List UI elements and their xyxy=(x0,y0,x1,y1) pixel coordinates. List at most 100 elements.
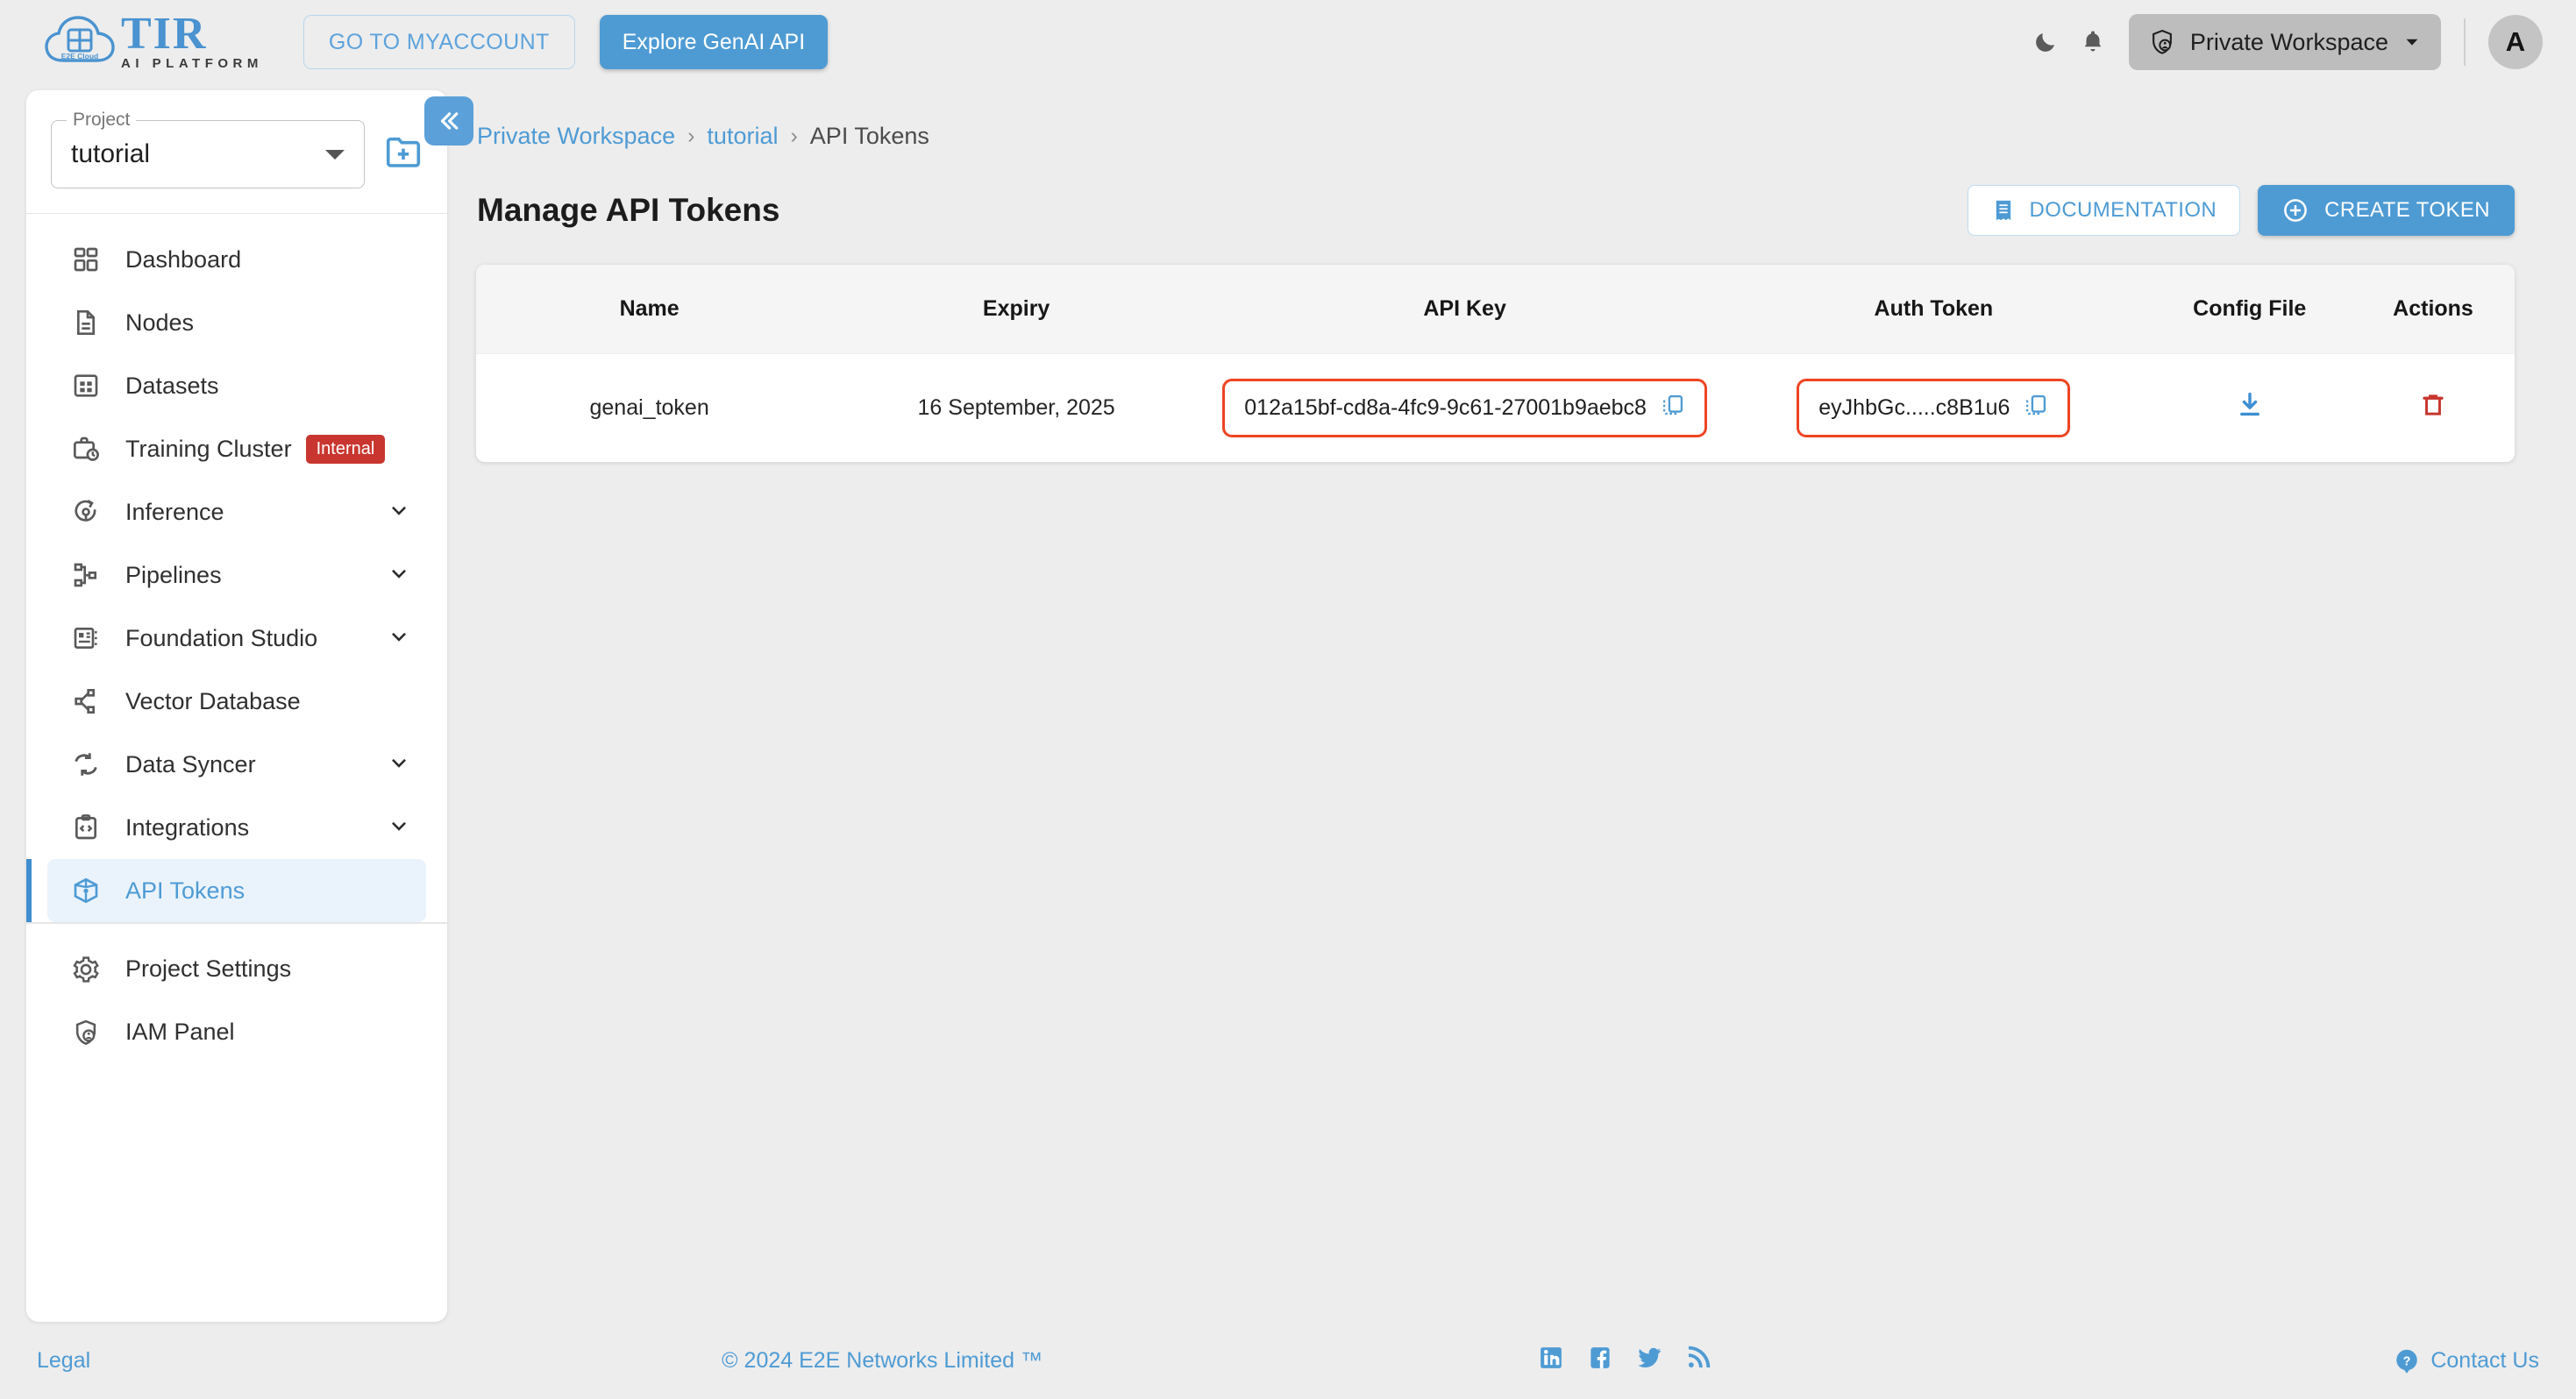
sidebar-item-data-syncer[interactable]: Data Syncer xyxy=(47,733,426,796)
project-select[interactable]: Project tutorial xyxy=(51,110,365,188)
sidebar-item-vector-database[interactable]: Vector Database xyxy=(47,670,426,733)
sidebar-item-label: Dashboard xyxy=(125,245,242,273)
page-header-row: Manage API Tokens DOCUMENTATION CREATE T… xyxy=(447,150,2576,236)
chevron-down-icon xyxy=(388,814,410,842)
cell-expiry: 16 September, 2025 xyxy=(822,353,1210,462)
notifications-button[interactable] xyxy=(2069,18,2117,66)
auth-token-box: eyJhbGc.....c8B1u6 xyxy=(1797,379,2071,437)
svg-text:?: ? xyxy=(2403,1354,2411,1368)
table-icon xyxy=(72,372,110,400)
sidebar-item-label: Inference xyxy=(125,498,224,525)
cell-api-key: 012a15bf-cd8a-4fc9-9c61-27001b9aebc8 xyxy=(1210,353,1720,462)
column-header-config-file: Config File xyxy=(2193,296,2307,321)
sidebar-item-dashboard[interactable]: Dashboard xyxy=(47,228,426,291)
copy-api-key-button[interactable] xyxy=(1661,393,1685,423)
sidebar-item-api-tokens[interactable]: API Tokens xyxy=(26,859,426,923)
api-key-box: 012a15bf-cd8a-4fc9-9c61-27001b9aebc8 xyxy=(1222,379,1707,437)
breadcrumb-current: API Tokens xyxy=(809,123,929,149)
gear-icon xyxy=(72,955,110,984)
sidebar-bottom-list: Project Settings IAM Panel xyxy=(26,924,447,1322)
cell-config-file xyxy=(2147,353,2352,462)
linkedin-icon[interactable] xyxy=(1538,1345,1564,1377)
cloud-logo-text: E2E Cloud xyxy=(61,52,99,60)
table-body: genai_token 16 September, 2025 012a15bf-… xyxy=(476,353,2515,462)
sidebar-collapse-button[interactable] xyxy=(424,96,473,146)
sidebar-item-training-cluster[interactable]: Training Cluster Internal xyxy=(47,417,426,480)
download-icon xyxy=(2239,392,2259,416)
go-to-myaccount-button[interactable]: GO TO MYACCOUNT xyxy=(302,15,575,69)
breadcrumb-separator: › xyxy=(790,124,798,148)
sidebar-item-label: Nodes xyxy=(125,309,195,336)
logo[interactable]: E2E Cloud TIR AI PLATFORM xyxy=(44,8,263,72)
documentation-button-label: DOCUMENTATION xyxy=(2029,198,2217,222)
copy-icon xyxy=(1662,394,1683,415)
explore-genai-api-button[interactable]: Explore GenAI API xyxy=(599,15,829,69)
shield-user-icon xyxy=(72,1019,110,1047)
inference-icon xyxy=(72,498,110,526)
main-content: Private Workspace › tutorial › API Token… xyxy=(447,90,2576,462)
chevron-down-icon xyxy=(388,751,410,778)
project-select-value: tutorial xyxy=(71,139,151,168)
workspace-label: Private Workspace xyxy=(2189,28,2388,55)
dashboard-icon xyxy=(72,245,110,273)
top-header: E2E Cloud TIR AI PLATFORM GO TO MYACCOUN… xyxy=(0,0,2576,84)
column-header-auth-token: Auth Token xyxy=(1874,296,1994,321)
breadcrumb: Private Workspace › tutorial › API Token… xyxy=(447,90,2576,150)
chevron-down-icon xyxy=(388,562,410,589)
breadcrumb-project[interactable]: tutorial xyxy=(707,123,778,150)
twitter-icon[interactable] xyxy=(1636,1345,1662,1377)
sidebar-item-nodes[interactable]: Nodes xyxy=(47,291,426,354)
plus-circle-icon xyxy=(2284,199,2308,222)
table-head: Name Expiry API Key Auth Token Config Fi… xyxy=(476,265,2515,354)
sidebar-item-foundation-studio[interactable]: Foundation Studio xyxy=(47,607,426,670)
rss-icon[interactable] xyxy=(1685,1345,1711,1377)
sidebar-item-label: Datasets xyxy=(125,372,219,399)
documentation-button[interactable]: DOCUMENTATION xyxy=(1967,185,2241,236)
create-token-button[interactable]: CREATE TOKEN xyxy=(2258,185,2515,236)
sidebar-item-iam-panel[interactable]: IAM Panel xyxy=(47,1001,426,1064)
sidebar-item-label: Integrations xyxy=(125,813,250,841)
cell-name: genai_token xyxy=(476,353,823,462)
document-icon xyxy=(72,309,110,337)
download-config-button[interactable] xyxy=(2235,390,2265,420)
project-selector-row: Project tutorial xyxy=(26,90,447,213)
auth-token-value: eyJhbGc.....c8B1u6 xyxy=(1818,395,2010,420)
bell-icon xyxy=(2084,31,2102,52)
sidebar-item-label: Training Cluster xyxy=(125,435,292,462)
copy-auth-token-button[interactable] xyxy=(2024,393,2048,423)
sidebar-item-project-settings[interactable]: Project Settings xyxy=(47,938,426,1001)
footer-contact-us[interactable]: ? Contact Us xyxy=(2394,1347,2539,1374)
dark-mode-toggle[interactable] xyxy=(2022,18,2069,66)
avatar[interactable]: A xyxy=(2488,15,2543,69)
pipeline-icon xyxy=(72,561,110,589)
workspace-selector[interactable]: Private Workspace xyxy=(2128,14,2441,70)
cloud-logo-icon: E2E Cloud xyxy=(44,15,116,69)
sidebar-item-pipelines[interactable]: Pipelines xyxy=(47,543,426,607)
graph-node-icon xyxy=(72,687,110,715)
sidebar-item-integrations[interactable]: Integrations xyxy=(47,796,426,859)
trash-icon xyxy=(2423,394,2444,415)
status-badge: Internal xyxy=(305,434,386,464)
api-key-value: 012a15bf-cd8a-4fc9-9c61-27001b9aebc8 xyxy=(1244,395,1647,420)
footer-legal-link[interactable]: Legal xyxy=(37,1348,90,1374)
header-divider xyxy=(2464,18,2466,66)
cell-actions xyxy=(2352,353,2515,462)
delete-token-button[interactable] xyxy=(2419,391,2447,419)
sidebar-nav-list: Dashboard Nodes Datasets Training Cluste… xyxy=(26,214,447,923)
breadcrumb-workspace[interactable]: Private Workspace xyxy=(477,123,675,150)
cell-auth-token: eyJhbGc.....c8B1u6 xyxy=(1719,353,2148,462)
new-project-button[interactable] xyxy=(384,135,423,174)
sidebar-item-label: IAM Panel xyxy=(125,1019,235,1046)
table-header-row: Name Expiry API Key Auth Token Config Fi… xyxy=(476,265,2515,354)
receipt-icon xyxy=(1996,200,2010,221)
sidebar-item-inference[interactable]: Inference xyxy=(47,480,426,543)
page-actions: DOCUMENTATION CREATE TOKEN xyxy=(1967,185,2515,236)
facebook-icon[interactable] xyxy=(1587,1345,1613,1377)
logo-title: TIR xyxy=(121,8,208,59)
logo-subtitle: AI PLATFORM xyxy=(121,56,263,72)
footer-contact-label: Contact Us xyxy=(2430,1347,2539,1373)
moon-icon xyxy=(2036,33,2054,52)
sidebar-item-label: Data Syncer xyxy=(125,750,256,778)
footer-social-links xyxy=(1538,1345,1711,1377)
sidebar-item-datasets[interactable]: Datasets xyxy=(47,354,426,417)
